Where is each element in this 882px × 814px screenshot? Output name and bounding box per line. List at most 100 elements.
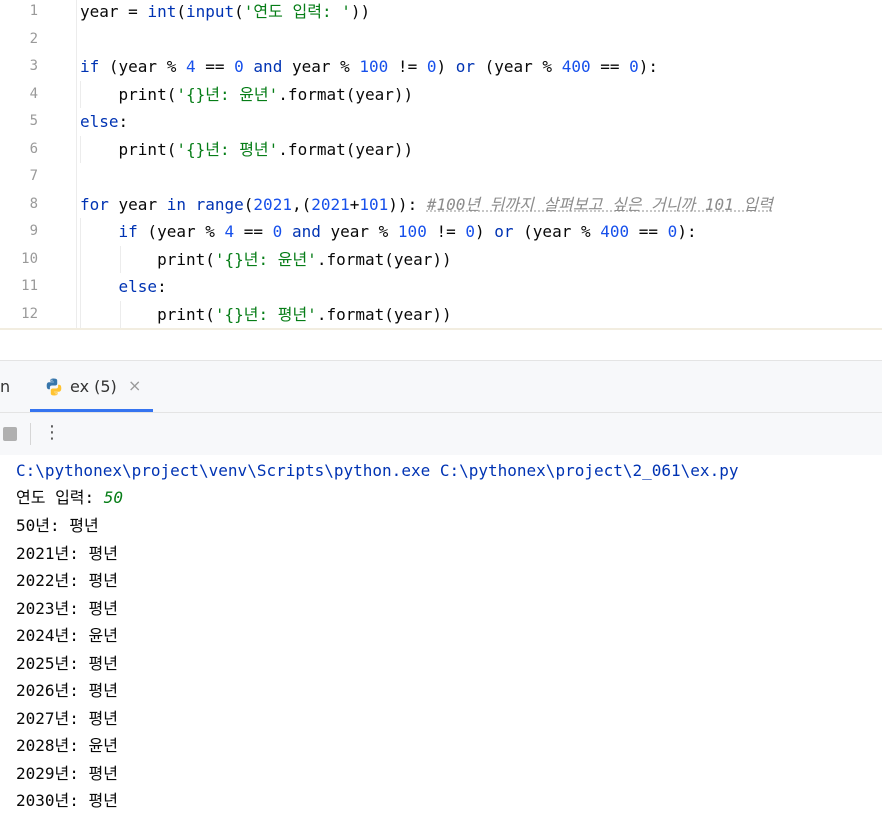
code-token: ,(	[291, 194, 312, 214]
code-token: #100년 뒤까지 살펴보고 싶은 거니까 101 입력	[426, 194, 773, 214]
line-number: 11	[21, 278, 38, 294]
code-token: ==	[234, 222, 273, 241]
code-token: range	[195, 194, 244, 214]
console-output-line: 2028년: 윤년	[16, 736, 118, 755]
code-token: ==	[590, 57, 630, 76]
code-line: year = int(input('연도 입력: '))	[80, 0, 370, 25]
line-number: 10	[21, 250, 38, 267]
code-token: .format(year))	[278, 84, 414, 104]
code-line: print('{}년: 평년'.format(year))	[80, 136, 414, 163]
panel-splitter[interactable]	[0, 330, 882, 360]
code-token: or	[494, 222, 514, 241]
console-input-line: 연도 입력: 50	[16, 484, 123, 511]
code-token: 400	[561, 57, 591, 76]
code-token: else	[80, 112, 119, 131]
line-number: 5	[29, 113, 38, 129]
code-token: 2021	[253, 194, 292, 214]
code-line: print('{}년: 평년'.format(year))	[80, 301, 452, 328]
code-token: 0	[667, 222, 678, 241]
code-token: if	[80, 57, 100, 76]
code-line: else:	[80, 273, 167, 300]
code-token: year =	[80, 2, 148, 21]
code-token: (year %	[475, 57, 562, 76]
run-tab-bar: n ex (5) ×	[0, 361, 882, 412]
code-token: :	[118, 112, 129, 131]
code-line: else:	[80, 108, 128, 135]
code-token: and	[291, 222, 321, 241]
code-token: year %	[282, 57, 360, 76]
python-icon	[44, 377, 64, 397]
code-token: (year %	[137, 222, 225, 241]
code-token: 101	[359, 194, 389, 214]
code-token: ):	[677, 222, 697, 241]
code-token: 0	[234, 57, 244, 76]
code-token: :	[157, 277, 167, 296]
console-output-line: 2030년: 평년	[16, 791, 118, 810]
code-token: (year %	[513, 222, 601, 241]
console-output[interactable]: C:\pythonex\project\venv\Scripts\python.…	[0, 455, 882, 814]
line-number: 2	[29, 30, 38, 47]
code-token: 2021	[311, 194, 350, 214]
line-number: 9	[29, 223, 38, 239]
code-token: print(	[80, 84, 177, 104]
code-token: (year %	[99, 57, 186, 76]
code-line: if (year % 4 == 0 and year % 100 != 0) o…	[80, 218, 697, 245]
console-output-line: 2029년: 평년	[16, 763, 118, 783]
code-token: '{}년: 윤년'	[176, 84, 279, 104]
toolbar-separator	[30, 423, 31, 445]
close-icon[interactable]: ×	[128, 376, 141, 395]
code-token: ))	[350, 2, 371, 21]
partial-tab-label[interactable]: n	[0, 377, 10, 396]
code-token: print(	[80, 249, 215, 269]
console-output-line: 2021년: 평년	[16, 543, 118, 563]
code-token: '{}년: 평년'	[214, 304, 317, 324]
code-token: )):	[388, 194, 427, 214]
code-token: .format(year))	[316, 304, 452, 324]
more-vertical-icon[interactable]: ⋮	[43, 422, 61, 444]
code-line: print('{}년: 윤년'.format(year))	[80, 81, 414, 108]
code-line: print('{}년: 윤년'.format(year))	[80, 246, 452, 273]
console-output-line: 2023년: 평년	[16, 598, 118, 618]
line-number: 4	[29, 85, 38, 102]
code-token: +	[349, 194, 360, 214]
console-output-line: 2022년: 평년	[16, 571, 118, 590]
code-line: if (year % 4 == 0 and year % 100 != 0) o…	[80, 53, 658, 80]
stop-icon[interactable]	[3, 427, 17, 441]
code-token: !=	[388, 57, 427, 76]
code-token: print(	[80, 304, 215, 324]
code-line: for year in range(2021,(2021+101)): #100…	[80, 191, 773, 218]
tab-ex-5[interactable]: ex (5) ×	[30, 361, 153, 412]
code-token: !=	[426, 222, 466, 241]
code-token: '연도 입력: '	[243, 2, 351, 21]
code-token: 100	[397, 222, 427, 241]
console-output-line: 2025년: 평년	[16, 653, 118, 673]
code-token: in	[166, 194, 186, 214]
code-token: 4	[185, 57, 196, 76]
code-token: .format(year))	[316, 249, 452, 269]
code-token: or	[455, 57, 475, 76]
line-number: 3	[29, 58, 38, 74]
line-number: 6	[29, 140, 38, 157]
code-token: (	[243, 194, 254, 214]
code-token: print(	[80, 139, 177, 159]
code-editor[interactable]: 1 2 3 4 5 6 7 8 9 10 11 12 year = int(input('연도 입력:…	[0, 0, 882, 330]
code-token: and	[253, 57, 283, 76]
code-token: .format(year))	[278, 139, 414, 159]
code-token: 100	[359, 57, 389, 76]
code-token: (	[176, 2, 186, 21]
line-number: 8	[29, 195, 38, 212]
code-token: 0	[629, 57, 639, 76]
code-token: 0	[465, 222, 475, 241]
code-token: for	[80, 194, 109, 214]
tab-label: ex (5)	[70, 377, 117, 396]
code-token: year %	[320, 222, 398, 241]
run-toolbar: ⋮	[0, 413, 882, 455]
line-number: 12	[21, 305, 38, 322]
console-output-line: 50년: 평년	[16, 516, 99, 535]
code-token: ==	[195, 57, 235, 76]
